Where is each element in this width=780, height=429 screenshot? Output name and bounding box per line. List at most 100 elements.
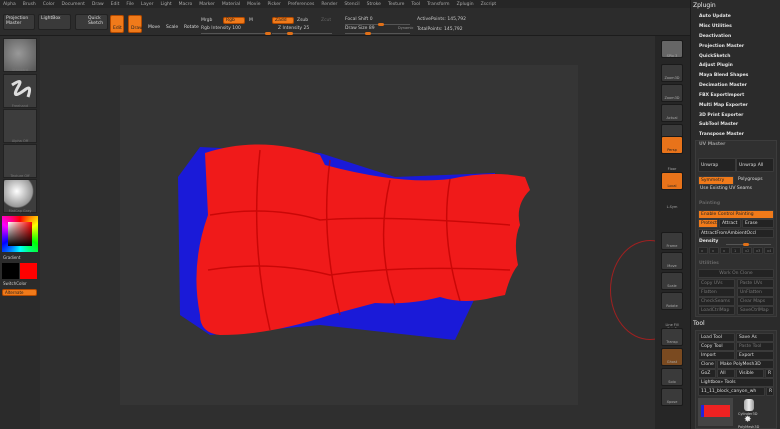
- projection-master-button[interactable]: Projection Master: [3, 14, 35, 30]
- alpha-thumbnail[interactable]: Alpha Off: [3, 109, 37, 143]
- scale-button-shelf[interactable]: Scale: [661, 272, 683, 290]
- menu-item[interactable]: Color: [43, 2, 55, 7]
- density-step[interactable]: 1: [731, 247, 741, 254]
- save-ctrl-map-button[interactable]: SaveCtrlMap: [737, 306, 774, 315]
- brush-thumbnail[interactable]: Standard: [3, 38, 37, 72]
- menu-item[interactable]: Brush: [23, 2, 36, 7]
- rotate-button-shelf[interactable]: Rotate: [661, 292, 683, 310]
- menu-item[interactable]: Draw: [92, 2, 104, 7]
- zplugin-item[interactable]: QuickSketch: [699, 54, 730, 59]
- goz-visible-button[interactable]: Visible: [736, 369, 764, 378]
- goz-button[interactable]: GoZ: [698, 369, 716, 378]
- document-canvas[interactable]: [120, 65, 578, 405]
- cylinder3d-icon[interactable]: [744, 399, 754, 411]
- actual-button[interactable]: Actual: [661, 104, 683, 122]
- zplugin-item[interactable]: Projection Master: [699, 44, 744, 49]
- polymesh3d-icon[interactable]: ✸: [744, 415, 752, 425]
- scale-button[interactable]: Scale: [164, 15, 178, 33]
- rotate-button[interactable]: Rotate: [182, 15, 199, 33]
- zplugin-header[interactable]: Zplugin: [693, 2, 716, 9]
- zplugin-item[interactable]: Adjust Plugin: [699, 63, 733, 68]
- focal-shift-slider[interactable]: [345, 23, 410, 26]
- clone-button[interactable]: Clone: [698, 360, 716, 369]
- alternate-button[interactable]: Alternate: [2, 289, 37, 296]
- dynamic-toggle[interactable]: Dynamic: [398, 26, 413, 30]
- zsub-toggle[interactable]: Zsub: [297, 18, 308, 23]
- menu-item[interactable]: Render: [321, 2, 337, 7]
- density-step[interactable]: x: [698, 247, 708, 254]
- zplugin-item[interactable]: 3D Print Exporter: [699, 113, 743, 118]
- zplugin-item[interactable]: SubTool Master: [699, 122, 738, 127]
- menu-item[interactable]: Zscript: [481, 2, 497, 7]
- current-tool-thumbnail[interactable]: [698, 398, 733, 426]
- density-step[interactable]: x4: [764, 247, 774, 254]
- density-step[interactable]: x3: [753, 247, 763, 254]
- menu-item[interactable]: Movie: [247, 2, 260, 7]
- switch-color-button[interactable]: SwitchColor: [3, 281, 27, 286]
- export-button[interactable]: Export: [736, 351, 774, 360]
- solo-button[interactable]: Solo: [661, 368, 683, 386]
- stroke-thumbnail[interactable]: Freehand: [3, 74, 37, 108]
- material-thumbnail[interactable]: MatCap Gray: [3, 179, 37, 213]
- zplugin-item[interactable]: Maya Blend Shapes: [699, 73, 748, 78]
- menu-item[interactable]: File: [126, 2, 134, 7]
- rgb-intensity-slider[interactable]: [201, 32, 271, 35]
- menu-item[interactable]: Alpha: [3, 2, 16, 7]
- unwrap-button[interactable]: Unwrap: [698, 158, 736, 172]
- copy-uvs-button[interactable]: Copy UVs: [698, 279, 735, 288]
- menu-item[interactable]: Zplugin: [457, 2, 474, 7]
- goz-all-button[interactable]: All: [717, 369, 735, 378]
- density-step[interactable]: x: [720, 247, 730, 254]
- z-intensity-slider[interactable]: [272, 32, 332, 35]
- menu-item[interactable]: Stencil: [344, 2, 359, 7]
- lightbox-tools-button[interactable]: Lightbox» Tools: [698, 378, 774, 387]
- transp-button[interactable]: Transp: [661, 328, 683, 346]
- unwrap-all-button[interactable]: Unwrap All: [736, 158, 774, 172]
- menu-item[interactable]: Stroke: [367, 2, 381, 7]
- goz-r-button[interactable]: R: [765, 369, 774, 378]
- zcut-toggle[interactable]: Zcut: [321, 18, 331, 23]
- current-tool-r-button[interactable]: R: [766, 387, 774, 396]
- frame-button[interactable]: Frame: [661, 232, 683, 250]
- lightbox-button[interactable]: LightBox: [38, 14, 71, 30]
- symmetry-toggle[interactable]: Symmetry: [698, 176, 734, 185]
- paste-uvs-button[interactable]: Paste UVs: [737, 279, 774, 288]
- lsym-button[interactable]: L.Sym: [661, 194, 683, 212]
- load-ctrl-map-button[interactable]: LoadCtrlMap: [698, 306, 735, 315]
- unflatten-button[interactable]: UnFlatten: [737, 288, 774, 297]
- zplugin-item[interactable]: Auto Update: [699, 14, 731, 19]
- flatten-button[interactable]: Flatten: [698, 288, 735, 297]
- use-existing-uv-seams-toggle[interactable]: Use Existing UV Seams: [698, 185, 774, 194]
- quick-sketch-button[interactable]: Quick Sketch: [75, 14, 108, 30]
- menu-item[interactable]: Transform: [427, 2, 449, 7]
- erase-button[interactable]: Erase: [742, 219, 774, 228]
- persp-button[interactable]: Persp: [661, 136, 683, 154]
- current-tool-button[interactable]: 11_11_block_canyon_wh: [698, 387, 765, 396]
- 3d-mesh[interactable]: [120, 65, 578, 405]
- m-toggle[interactable]: M: [249, 18, 253, 23]
- spix-button[interactable]: SPix 3: [661, 40, 683, 58]
- local-button[interactable]: Local: [661, 172, 683, 190]
- edit-button[interactable]: Edit: [110, 15, 124, 33]
- menu-item[interactable]: Marker: [199, 2, 215, 7]
- zplugin-item[interactable]: Transpose Master: [699, 132, 744, 137]
- enable-control-painting-toggle[interactable]: Enable Control Painting: [698, 210, 774, 219]
- zplugin-item[interactable]: Misc Utilities: [699, 24, 732, 29]
- paste-tool-button[interactable]: Paste Tool: [736, 342, 774, 351]
- ghost-button[interactable]: Ghost: [661, 348, 683, 366]
- mrgb-toggle[interactable]: Mrgb: [201, 18, 212, 23]
- painting-section[interactable]: Painting: [699, 201, 720, 206]
- main-color-swatch[interactable]: [20, 263, 37, 279]
- check-seams-button[interactable]: CheckSeams: [698, 297, 735, 306]
- color-picker[interactable]: [2, 216, 38, 252]
- menu-item[interactable]: Material: [222, 2, 240, 7]
- attract-ambient-button[interactable]: AttractFromAmbientOccl: [698, 229, 774, 238]
- rgb-toggle[interactable]: Rgb: [223, 17, 245, 24]
- menu-item[interactable]: Document: [62, 2, 85, 7]
- draw-button[interactable]: Draw: [128, 15, 143, 33]
- copy-tool-button[interactable]: Copy Tool: [698, 342, 735, 351]
- work-on-clone-button[interactable]: Work On Clone: [698, 269, 774, 278]
- zplugin-item[interactable]: Decimation Master: [699, 83, 747, 88]
- zplugin-item[interactable]: Deactivation: [699, 34, 731, 39]
- move-button-shelf[interactable]: Move: [661, 252, 683, 270]
